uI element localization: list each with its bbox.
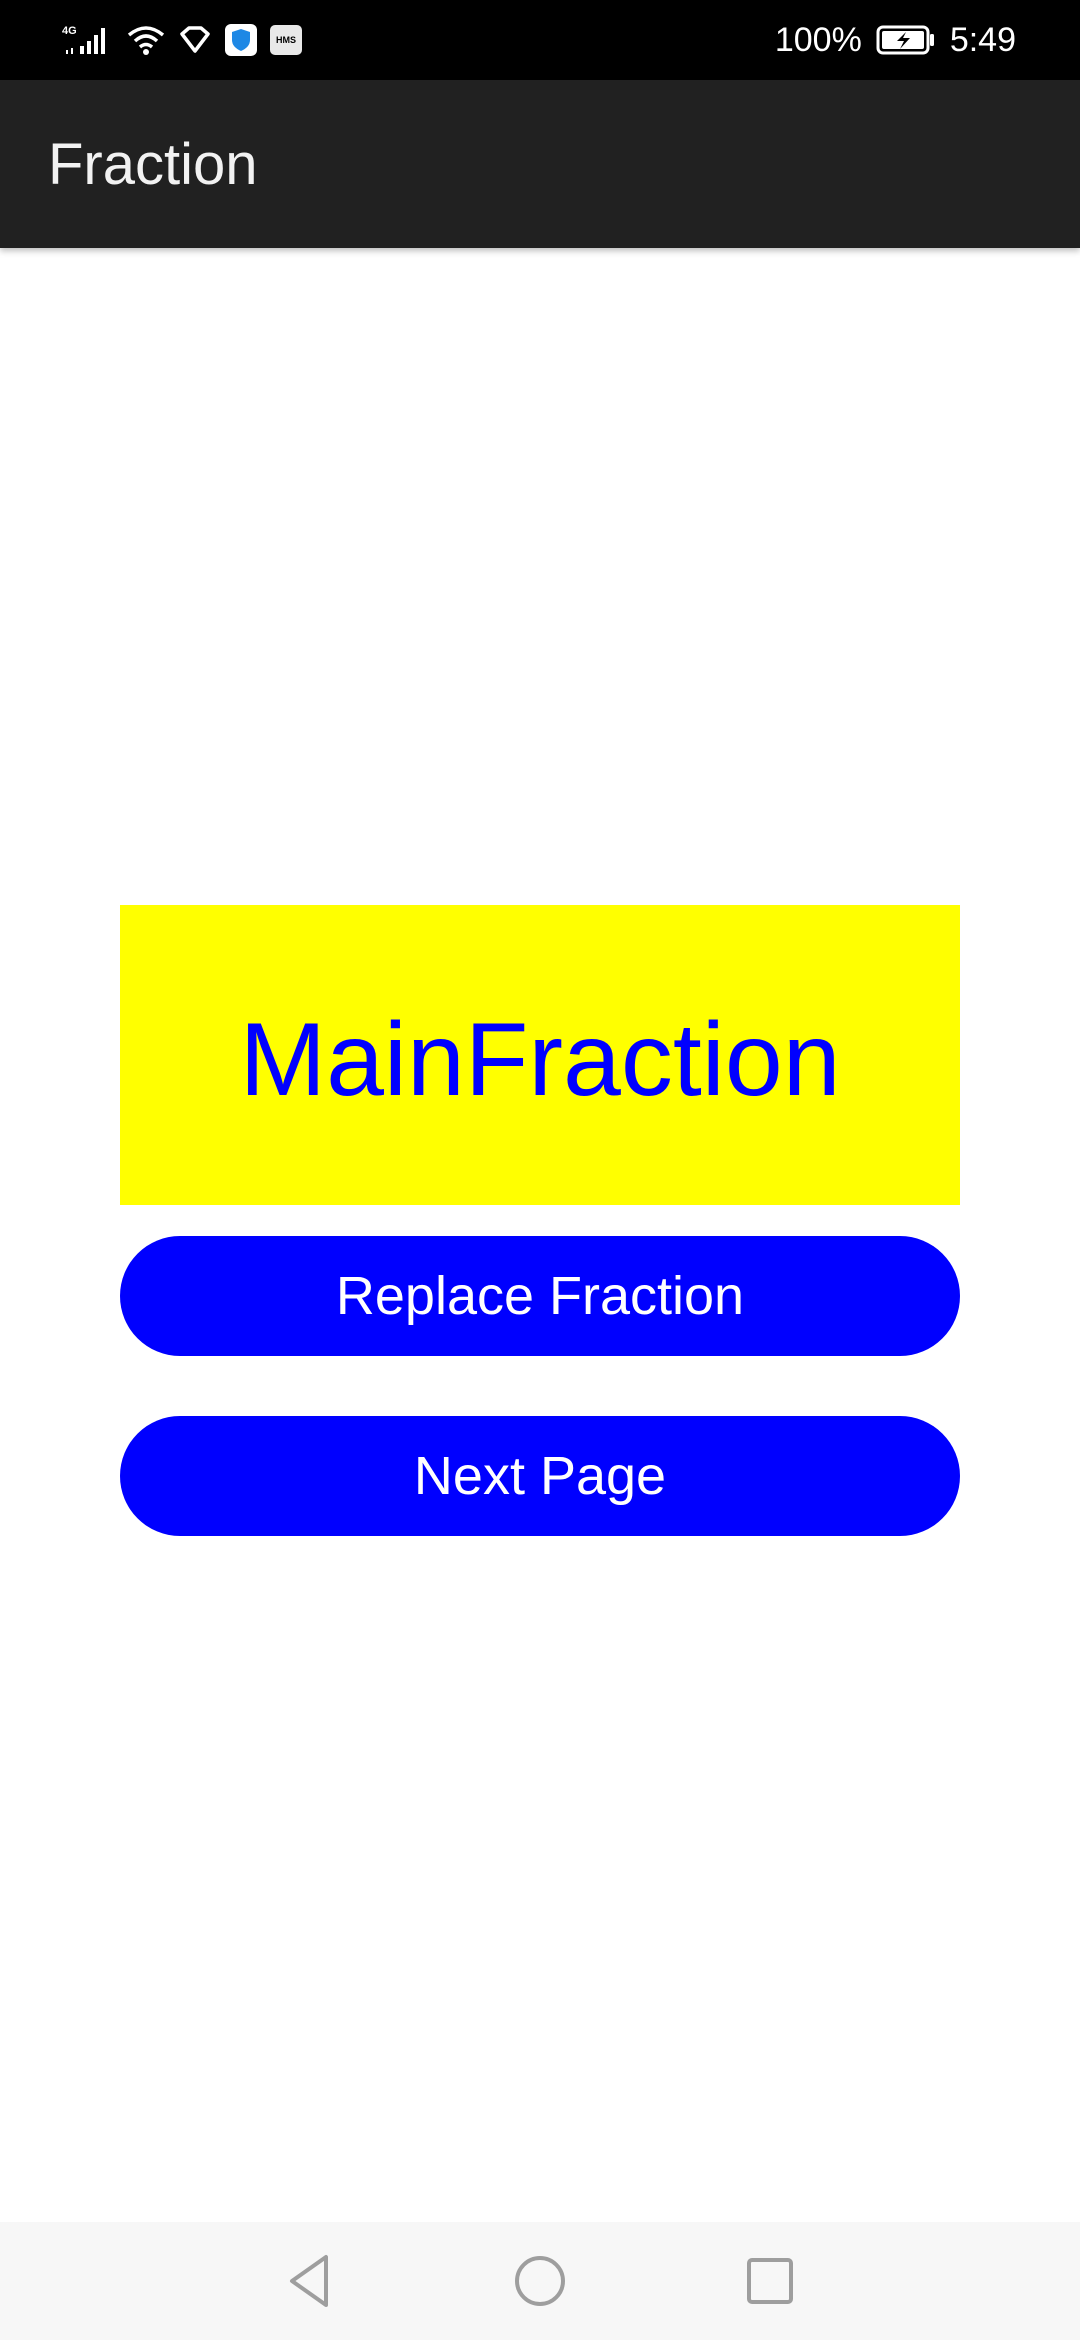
replace-fraction-button[interactable]: Replace Fraction bbox=[120, 1236, 960, 1356]
battery-percent: 100% bbox=[774, 20, 862, 59]
navigation-bar bbox=[0, 2222, 1080, 2340]
next-page-button[interactable]: Next Page bbox=[120, 1416, 960, 1536]
clock: 5:49 bbox=[949, 20, 1016, 59]
nav-home-button[interactable] bbox=[495, 2236, 585, 2326]
status-icons-right: 100% 5:49 bbox=[775, 0, 1016, 80]
hms-icon: HMS bbox=[270, 25, 302, 55]
recents-icon bbox=[747, 2258, 793, 2304]
battery-charging-icon bbox=[876, 24, 936, 56]
status-icons-left: 4G HMS bbox=[62, 0, 302, 80]
home-icon bbox=[515, 2256, 565, 2306]
shield-icon bbox=[224, 23, 258, 57]
hms-label: HMS bbox=[270, 25, 302, 55]
main-fraction-container: MainFraction bbox=[120, 905, 960, 1205]
signal-icon: 4G bbox=[62, 22, 114, 58]
page-title: Fraction bbox=[48, 131, 258, 197]
screen: 4G HMS 100% 5:49 Fraction MainFraction R… bbox=[0, 0, 1080, 2340]
app-bar: Fraction bbox=[0, 80, 1080, 248]
main-fraction-label: MainFraction bbox=[239, 1001, 841, 1118]
status-bar: 4G HMS 100% 5:49 bbox=[0, 0, 1080, 80]
nav-recents-button[interactable] bbox=[725, 2236, 815, 2326]
wifi-icon bbox=[126, 23, 166, 57]
location-icon bbox=[178, 25, 212, 55]
nav-back-button[interactable] bbox=[265, 2236, 355, 2326]
back-icon bbox=[290, 2255, 328, 2307]
network-type-label: 4G bbox=[62, 25, 77, 37]
